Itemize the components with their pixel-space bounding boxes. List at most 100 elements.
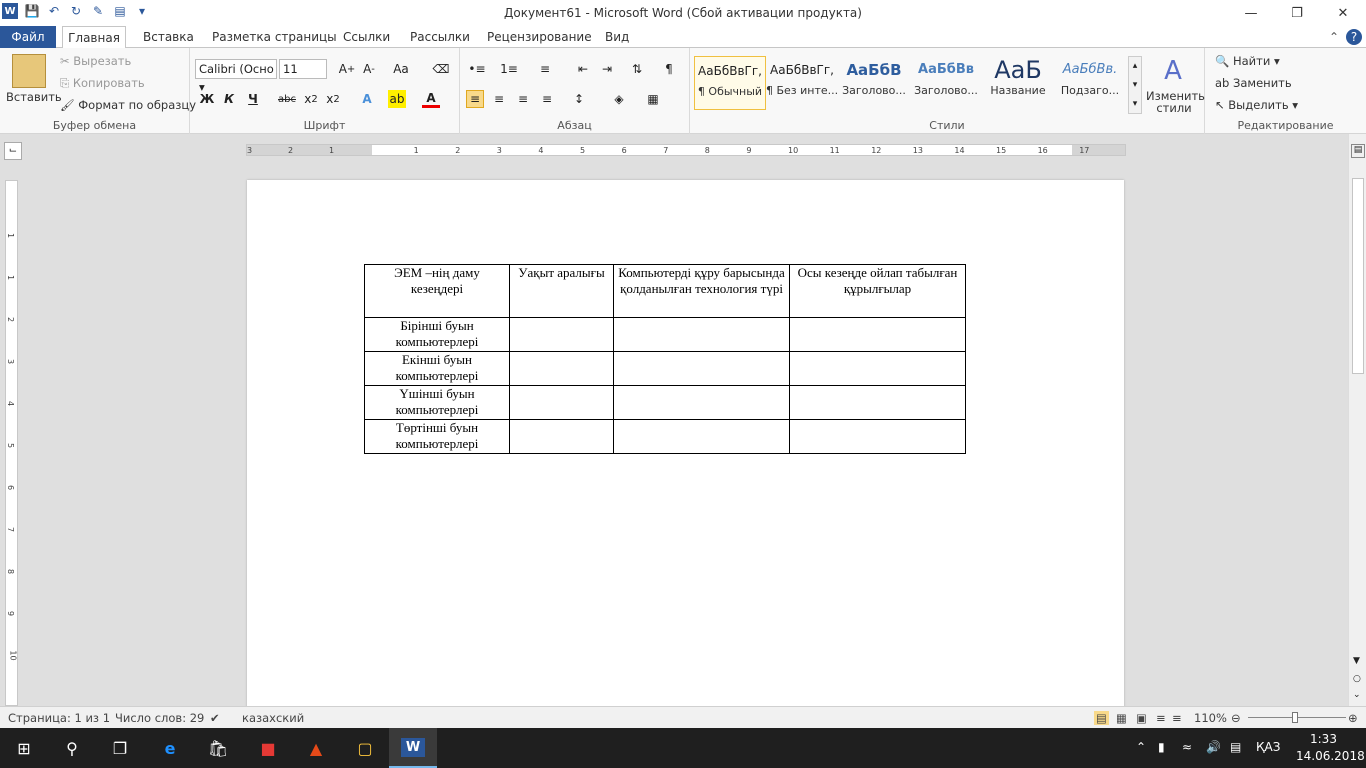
- tab-insert[interactable]: Вставка: [139, 26, 198, 48]
- table-cell[interactable]: [613, 419, 790, 454]
- media-app-icon[interactable]: ▲: [292, 728, 340, 768]
- page-count[interactable]: Страница: 1 из 1: [8, 711, 110, 725]
- print-layout-icon[interactable]: ▤: [1094, 711, 1109, 725]
- table-cell[interactable]: [613, 385, 790, 420]
- bold-button[interactable]: Ж: [198, 90, 216, 108]
- font-name-combo[interactable]: Calibri (Осно ▾: [195, 59, 277, 94]
- underline-button[interactable]: Ч: [244, 90, 262, 108]
- align-center-icon[interactable]: ≡: [490, 90, 508, 108]
- table-cell[interactable]: [789, 317, 966, 352]
- ruler-toggle-icon[interactable]: ▤: [1351, 144, 1365, 158]
- volume-icon[interactable]: 🔊: [1206, 740, 1221, 754]
- style-heading-1[interactable]: АаБбВ Заголово...: [838, 56, 910, 110]
- highlight-icon[interactable]: ab: [388, 90, 406, 108]
- start-icon[interactable]: ⊞: [0, 728, 48, 768]
- task-view-icon[interactable]: ❐: [96, 728, 144, 768]
- word-count[interactable]: Число слов: 29: [115, 711, 204, 725]
- style-subtitle[interactable]: АаБбВв. Подзаго...: [1054, 56, 1126, 110]
- change-styles-button[interactable]: Изменить стили: [1146, 90, 1205, 114]
- format-painter-button[interactable]: 🖌 Формат по образцу: [60, 98, 196, 112]
- shading-icon[interactable]: ◈: [610, 90, 628, 108]
- vertical-ruler[interactable]: 1 1 2 3 4 5 6 7 8 9 10: [5, 180, 18, 706]
- multilevel-list-icon[interactable]: ≡: [536, 60, 554, 78]
- table-header-cell[interactable]: Осы кезеңде ойлап табылған құрылғылар: [789, 264, 966, 318]
- borders-icon[interactable]: ▦: [644, 90, 662, 108]
- tab-review[interactable]: Рецензирование: [483, 26, 596, 48]
- tab-view[interactable]: Вид: [601, 26, 633, 48]
- collapse-ribbon-icon[interactable]: ⌃: [1326, 29, 1342, 45]
- paste-icon[interactable]: [12, 54, 46, 88]
- draft-icon[interactable]: ≡: [1172, 711, 1182, 725]
- wifi-icon[interactable]: ≈: [1182, 740, 1192, 754]
- tab-page-layout[interactable]: Разметка страницы: [208, 26, 341, 48]
- edge-icon[interactable]: e: [146, 728, 194, 768]
- show-paragraph-marks-icon[interactable]: ¶: [660, 60, 678, 78]
- grow-font-icon[interactable]: A +: [338, 60, 356, 78]
- align-right-icon[interactable]: ≡: [514, 90, 532, 108]
- table-cell[interactable]: Төртінші буын компьютерлері: [364, 419, 510, 454]
- styles-scroll[interactable]: ▴ ▾ ▾: [1128, 56, 1142, 114]
- table-cell[interactable]: Үшінші буын компьютерлері: [364, 385, 510, 420]
- find-button[interactable]: 🔍 Найти ▾: [1215, 54, 1280, 68]
- clock-date[interactable]: 14.06.2018: [1296, 749, 1365, 763]
- document-table[interactable]: ЭЕМ –нің даму кезеңдері Уақыт аралығы Ко…: [364, 264, 966, 454]
- reader-app-icon[interactable]: ■: [244, 728, 292, 768]
- web-layout-icon[interactable]: ▣: [1136, 711, 1147, 725]
- notification-icon[interactable]: ▤: [1230, 740, 1241, 754]
- line-spacing-icon[interactable]: ↕: [570, 90, 588, 108]
- style-title[interactable]: АаБ Название: [982, 56, 1054, 110]
- next-page-icon[interactable]: ⌄: [1353, 690, 1361, 700]
- table-cell[interactable]: [509, 419, 614, 454]
- zoom-out-icon[interactable]: ⊖: [1231, 711, 1241, 725]
- table-cell[interactable]: [789, 385, 966, 420]
- help-icon[interactable]: ?: [1346, 29, 1362, 45]
- change-styles-icon[interactable]: A: [1156, 56, 1190, 86]
- table-cell[interactable]: Екінші буын компьютерлері: [364, 351, 510, 386]
- bullets-icon[interactable]: •≡: [468, 60, 486, 78]
- close-icon[interactable]: ✕: [1320, 0, 1366, 26]
- restore-icon[interactable]: ❐: [1274, 0, 1320, 26]
- strikethrough-icon[interactable]: abc: [278, 90, 296, 108]
- table-header-cell[interactable]: Компьютерді құру барысында қолданылған т…: [613, 264, 790, 318]
- full-screen-icon[interactable]: ▦: [1116, 711, 1127, 725]
- scroll-down-icon[interactable]: ▼: [1353, 656, 1360, 666]
- table-cell[interactable]: [509, 317, 614, 352]
- change-case-icon[interactable]: Aa: [392, 60, 410, 78]
- shrink-font-icon[interactable]: A-: [360, 60, 378, 78]
- align-left-icon[interactable]: ≡: [466, 90, 484, 108]
- table-cell[interactable]: [613, 317, 790, 352]
- clear-formatting-icon[interactable]: ⌫: [432, 60, 450, 78]
- italic-button[interactable]: К: [220, 90, 238, 108]
- paste-button[interactable]: Вставить: [6, 90, 62, 104]
- style-normal[interactable]: АаБбВвГг, ¶ Обычный: [694, 56, 766, 110]
- tab-file[interactable]: Файл: [0, 26, 56, 48]
- style-heading-2[interactable]: АаБбВв Заголово...: [910, 56, 982, 110]
- table-cell[interactable]: [509, 351, 614, 386]
- outline-icon[interactable]: ≡: [1156, 711, 1166, 725]
- cut-button[interactable]: ✂ Вырезать: [60, 54, 131, 68]
- tab-home[interactable]: Главная: [62, 26, 126, 49]
- decrease-indent-icon[interactable]: ⇤: [574, 60, 592, 78]
- search-icon[interactable]: ⚲: [48, 728, 96, 768]
- file-explorer-icon[interactable]: ▢: [341, 728, 389, 768]
- browse-object-icon[interactable]: ○: [1353, 674, 1361, 684]
- table-cell[interactable]: [509, 385, 614, 420]
- table-cell[interactable]: [613, 351, 790, 386]
- increase-indent-icon[interactable]: ⇥: [598, 60, 616, 78]
- vertical-scrollbar[interactable]: ▤ ▼ ○ ⌄: [1348, 134, 1366, 706]
- tab-references[interactable]: Ссылки: [339, 26, 394, 48]
- numbering-icon[interactable]: 1≡: [500, 60, 518, 78]
- proofing-icon[interactable]: ✔: [210, 711, 220, 725]
- style-no-spacing[interactable]: АаБбВвГг, ¶ Без инте...: [766, 56, 838, 110]
- font-color-icon[interactable]: A: [422, 90, 440, 108]
- justify-icon[interactable]: ≡: [538, 90, 556, 108]
- table-header-cell[interactable]: Уақыт аралығы: [509, 264, 614, 318]
- input-language[interactable]: ҚАЗ: [1256, 740, 1280, 754]
- zoom-in-icon[interactable]: ⊕: [1348, 711, 1358, 725]
- zoom-level[interactable]: 110%: [1194, 711, 1227, 725]
- font-size-combo[interactable]: 11: [279, 59, 327, 79]
- table-cell[interactable]: [789, 419, 966, 454]
- clock-time[interactable]: 1:33: [1310, 732, 1337, 746]
- zoom-slider-thumb[interactable]: [1292, 712, 1298, 723]
- scrollbar-thumb[interactable]: [1352, 178, 1364, 374]
